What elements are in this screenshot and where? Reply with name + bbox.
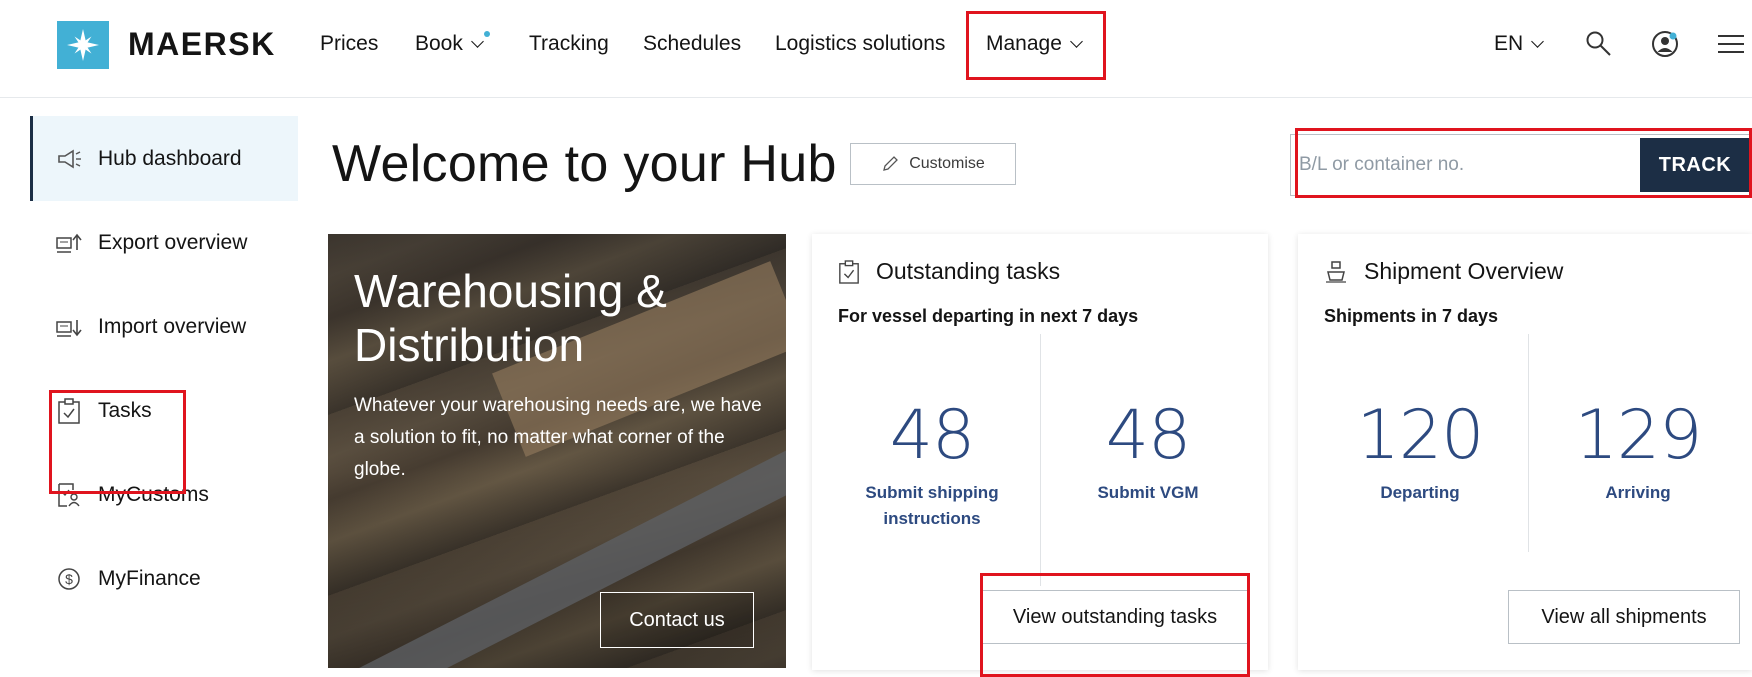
stat-link-submit-shipping-instructions[interactable]: Submit shipping instructions (832, 480, 1032, 532)
card-title: Outstanding tasks (838, 258, 1060, 285)
nav-prices[interactable]: Prices (320, 0, 378, 88)
sidebar-item-label: Export overview (98, 231, 248, 254)
pencil-icon (883, 156, 899, 171)
card-title-label: Shipment Overview (1364, 258, 1564, 284)
sidebar-item-import-overview[interactable]: Import overview (30, 285, 298, 369)
promo-title: Warehousing & Distribution (354, 265, 667, 371)
view-all-shipments-button[interactable]: View all shipments (1508, 590, 1740, 644)
card-subtitle: Shipments in 7 days (1324, 306, 1499, 326)
search-button[interactable] (1580, 25, 1618, 63)
stat-value: 48 (889, 396, 976, 475)
stat-link-submit-vgm[interactable]: Submit VGM (1048, 480, 1248, 506)
sidebar-item-tasks[interactable]: Tasks (30, 369, 298, 453)
notification-dot (483, 31, 490, 37)
outstanding-tasks-card: Outstanding tasks For vessel departing i… (812, 234, 1268, 670)
nav-logistics-solutions[interactable]: Logistics solutions (775, 0, 945, 88)
nav-book-label: Book (415, 32, 463, 55)
card-title: Shipment Overview (1324, 258, 1563, 285)
svg-text:$: $ (65, 571, 73, 587)
export-icon (56, 230, 82, 256)
stat-value: 129 (1574, 396, 1703, 475)
chevron-down-icon (1531, 34, 1545, 48)
user-account-icon (1652, 31, 1678, 57)
page-title: Welcome to your Hub (332, 135, 837, 193)
dollar-icon: $ (56, 566, 82, 592)
contact-us-button[interactable]: Contact us (600, 592, 754, 648)
language-label: EN (1494, 32, 1524, 55)
clipboard-check-icon (56, 398, 82, 424)
stat-value: 120 (1356, 396, 1485, 475)
card-subtitle: For vessel departing in next 7 days (838, 306, 1139, 326)
nav-tracking[interactable]: Tracking (529, 0, 609, 88)
divider (1040, 334, 1041, 586)
sidebar: Hub dashboard Export overview Import ove… (30, 116, 298, 677)
ship-icon (1326, 260, 1346, 283)
track-form: TRACK (1290, 134, 1752, 196)
megaphone-icon (56, 146, 82, 172)
nav-book[interactable]: Book (415, 0, 490, 88)
promo-text: Whatever your warehousing needs are, we … (354, 395, 762, 480)
chevron-down-icon (471, 34, 484, 48)
nav-manage-label: Manage (986, 32, 1062, 55)
divider (1528, 334, 1529, 552)
language-selector[interactable]: EN (1494, 0, 1545, 88)
menu-button[interactable] (1710, 25, 1748, 63)
chevron-down-icon (1070, 34, 1083, 48)
customs-icon (56, 482, 82, 508)
sidebar-item-label: MyFinance (98, 567, 201, 590)
sidebar-item-myfinance[interactable]: $ MyFinance (30, 537, 298, 621)
promo-card: Warehousing & Distribution Whatever your… (328, 234, 786, 668)
stat-link-arriving[interactable]: Arriving (1538, 480, 1738, 506)
search-icon (1586, 31, 1611, 56)
card-title-label: Outstanding tasks (876, 258, 1061, 284)
stat-value: 48 (1105, 396, 1192, 475)
hamburger-menu-icon (1718, 35, 1744, 53)
customise-label: Customise (909, 155, 985, 172)
nav-schedules[interactable]: Schedules (643, 0, 741, 88)
top-navigation: MAERSK Prices Book Tracking Schedules Lo… (0, 0, 1752, 98)
brand-name[interactable]: MAERSK (128, 26, 276, 63)
sidebar-item-hub-dashboard[interactable]: Hub dashboard (30, 116, 298, 201)
sidebar-item-label: MyCustoms (98, 483, 209, 506)
view-outstanding-tasks-button[interactable]: View outstanding tasks (980, 590, 1250, 644)
sidebar-item-label: Import overview (98, 315, 247, 338)
star-icon (67, 29, 99, 61)
stat-link-departing[interactable]: Departing (1320, 480, 1520, 506)
sidebar-item-export-overview[interactable]: Export overview (30, 201, 298, 285)
nav-manage[interactable]: Manage (986, 0, 1083, 88)
shipment-overview-card: Shipment Overview Shipments in 7 days 12… (1298, 234, 1752, 670)
customise-button[interactable]: Customise (850, 143, 1016, 185)
import-icon (56, 314, 82, 340)
sidebar-item-label: Tasks (98, 399, 152, 422)
account-button[interactable] (1646, 25, 1684, 63)
clipboard-check-icon (839, 259, 859, 284)
track-button[interactable]: TRACK (1640, 138, 1750, 192)
sidebar-item-mycustoms[interactable]: MyCustoms (30, 453, 298, 537)
track-input[interactable] (1299, 143, 1639, 187)
sidebar-item-label: Hub dashboard (98, 146, 242, 170)
maersk-logo[interactable] (57, 21, 109, 69)
